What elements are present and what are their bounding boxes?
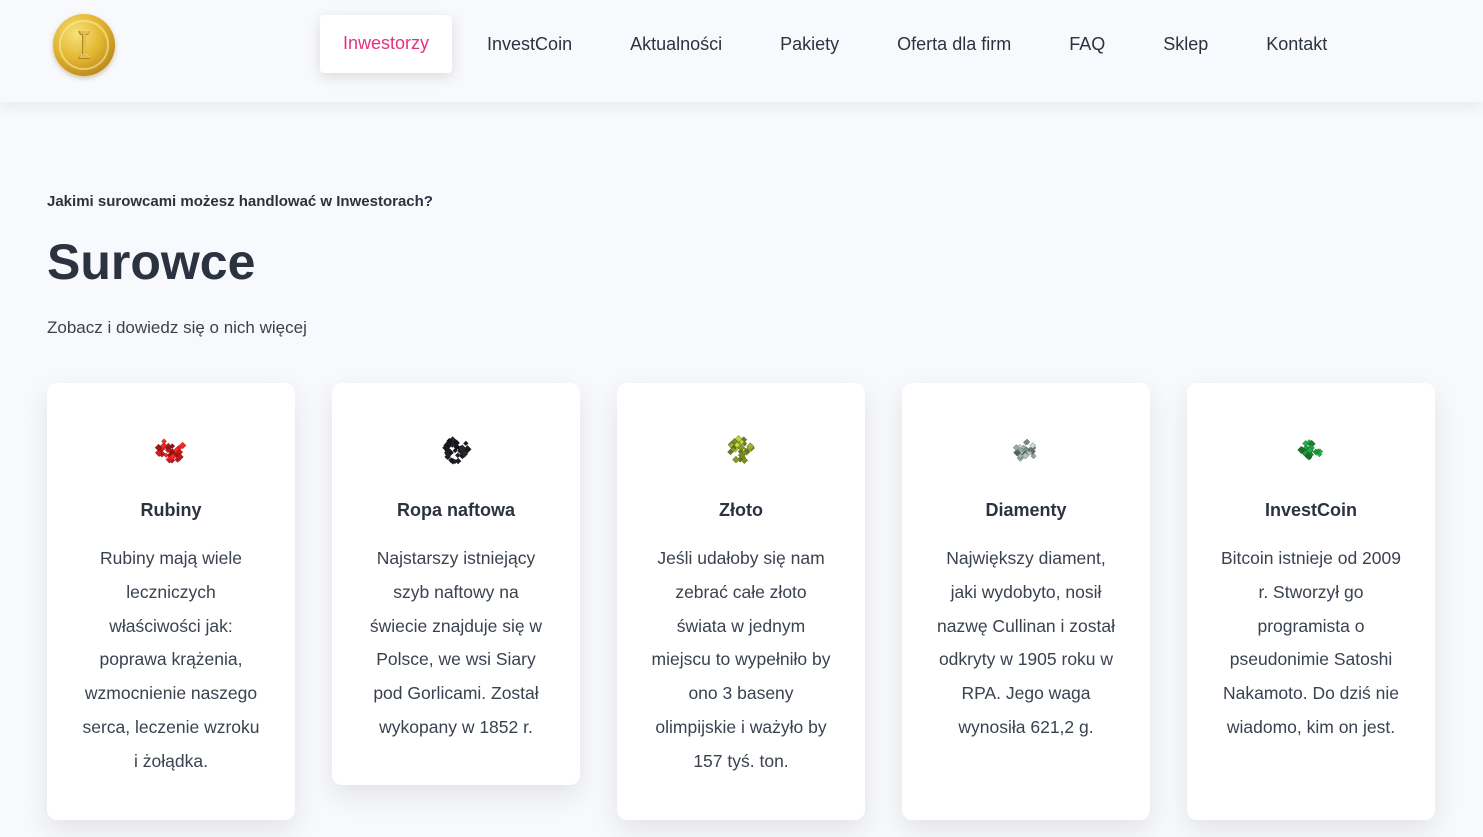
oil-gems-icon xyxy=(442,436,472,465)
card-title: InvestCoin xyxy=(1264,500,1357,520)
ruby-gems-icon xyxy=(154,438,187,464)
card-rubiny: Rubiny Rubiny mają wiele leczniczych wła… xyxy=(47,383,295,820)
card-zloto: Złoto Jeśli udałoby się nam zebrać całe … xyxy=(617,383,865,820)
nav-item-aktualnosci[interactable]: Aktualności xyxy=(601,15,751,73)
nav-item-sklep[interactable]: Sklep xyxy=(1134,15,1237,73)
card-title: Rubiny xyxy=(140,500,202,520)
card-title: Ropa naftowa xyxy=(396,500,515,520)
gold-gems-icon xyxy=(727,435,755,465)
card-text: Bitcoin istnieje od 2009 r. Stworzył go … xyxy=(1221,548,1401,737)
card-text: Rubiny mają wiele leczniczych właściwośc… xyxy=(82,548,260,771)
main-nav: Inwestorzy InvestCoin Aktualności Pakiet… xyxy=(320,15,1356,73)
nav-item-pakiety[interactable]: Pakiety xyxy=(751,15,868,73)
card-title: Diamenty xyxy=(985,500,1067,520)
section-subtitle: Zobacz i dowiedz się o nich więcej xyxy=(47,318,307,337)
card-text: Największy diament, jaki wydobyto, nosił… xyxy=(936,548,1115,737)
gem-crystal xyxy=(732,455,740,464)
card-text: Jeśli udałoby się nam zebrać całe złoto … xyxy=(651,548,831,771)
card-title: Złoto xyxy=(719,500,763,520)
card-investcoin: InvestCoin Bitcoin istnieje od 2009 r. S… xyxy=(1187,383,1435,820)
card-ropa-naftowa: Ropa naftowa Najstarszy istniejący szyb … xyxy=(332,383,580,785)
gem-crystal xyxy=(161,438,167,445)
investcoin-gems-icon xyxy=(1297,439,1324,461)
nav-item-faq[interactable]: FAQ xyxy=(1040,15,1134,73)
nav-item-kontakt[interactable]: Kontakt xyxy=(1237,15,1356,73)
nav-item-investcoin[interactable]: InvestCoin xyxy=(458,15,601,73)
nav-item-inwestorzy[interactable]: Inwestorzy xyxy=(320,15,453,73)
gold-coin-logo-icon[interactable] xyxy=(53,14,115,76)
card-diamenty: Diamenty Największy diament, jaki wydoby… xyxy=(902,383,1150,820)
site-header: Inwestorzy InvestCoin Aktualności Pakiet… xyxy=(0,0,1483,102)
section-eyebrow: Jakimi surowcami możesz handlować w Inwe… xyxy=(47,193,433,210)
nav-item-oferta-dla-firm[interactable]: Oferta dla firm xyxy=(868,15,1040,73)
diamond-gems-icon xyxy=(1012,438,1037,462)
page-title: Surowce xyxy=(47,234,256,290)
gem-crystal xyxy=(463,440,469,447)
card-text: Najstarszy istniejący szyb naftowy na św… xyxy=(369,548,543,737)
